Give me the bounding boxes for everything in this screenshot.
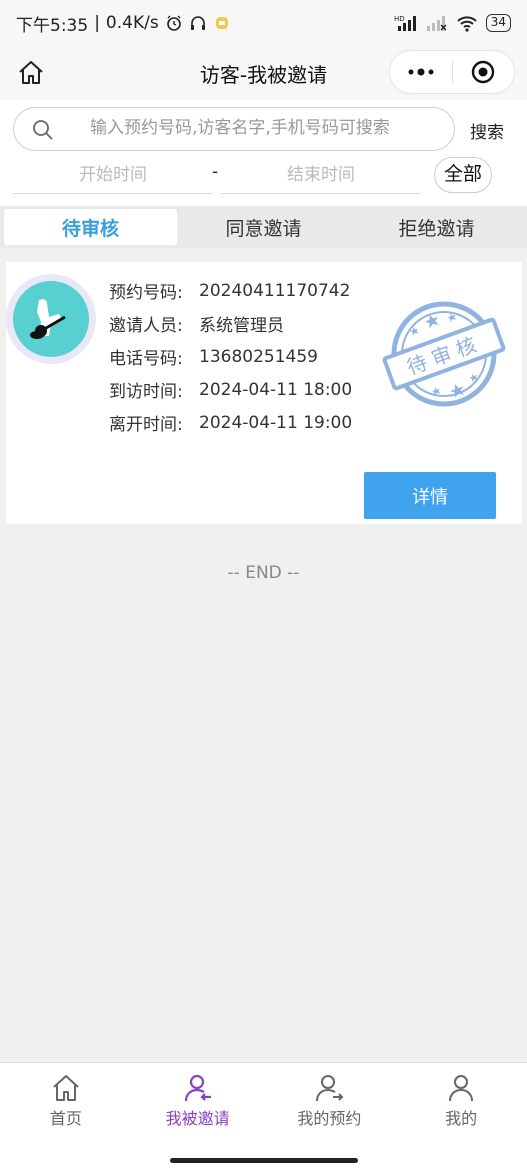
tabbar-item-appointment[interactable]: 我的预约 xyxy=(264,1063,396,1150)
user-appointment-icon xyxy=(316,1075,344,1102)
all-button[interactable]: 全部 xyxy=(434,157,492,193)
home-indicator-area xyxy=(0,1150,527,1172)
target-icon xyxy=(472,60,495,84)
avatar-image xyxy=(13,281,89,357)
tabbar-label: 我的预约 xyxy=(297,1109,362,1128)
info-label: 邀请人员: xyxy=(109,316,183,336)
headphones-icon xyxy=(190,16,205,30)
info-row-appointment-number: 预约号码: 20240411170742 xyxy=(109,274,352,307)
detail-button[interactable]: 详情 xyxy=(364,472,496,519)
list-end-text: -- END -- xyxy=(227,563,300,583)
status-right: HD 34 xyxy=(394,14,511,32)
info-label: 到访时间: xyxy=(109,382,183,402)
info-label: 电话号码: xyxy=(109,349,183,369)
tabbar-item-invited[interactable]: 我被邀请 xyxy=(132,1063,264,1150)
search-button[interactable]: 搜索 xyxy=(470,118,504,143)
avatar xyxy=(6,274,96,364)
info-value: 20240411170742 xyxy=(199,280,351,301)
more-dots-icon xyxy=(408,68,434,76)
status-bar: 下午5:35 | 0.4K/s HD 34 xyxy=(0,0,527,46)
tab-accepted[interactable]: 同意邀请 xyxy=(177,209,350,245)
signal-empty-icon xyxy=(426,16,447,31)
close-program-button[interactable] xyxy=(453,51,515,93)
status-speed: 0.4K/s xyxy=(105,13,159,33)
user-invited-icon xyxy=(184,1074,211,1102)
tab-rejected[interactable]: 拒绝邀请 xyxy=(350,209,523,245)
tabbar-item-mine[interactable]: 我的 xyxy=(395,1063,527,1150)
info-row-departure: 离开时间: 2024-04-11 19:00 xyxy=(109,406,352,439)
signal-hd-icon: HD xyxy=(394,15,416,31)
end-time-field[interactable]: 结束时间 xyxy=(221,156,421,194)
invitation-card: 预约号码: 20240411170742 邀请人员: 系统管理员 电话号码: 1… xyxy=(6,262,522,524)
tabbar-label: 首页 xyxy=(49,1109,82,1128)
tabbar-label: 我被邀请 xyxy=(165,1109,230,1128)
tab-pending[interactable]: 待审核 xyxy=(4,209,177,245)
wifi-icon xyxy=(457,16,477,32)
bottom-tabbar: 首页 我被邀请 我的预约 我的 xyxy=(0,1062,527,1150)
search-box[interactable] xyxy=(13,107,455,151)
info-row-phone: 电话号码: 13680251459 xyxy=(109,340,352,373)
user-icon xyxy=(449,1075,474,1102)
alarm-icon xyxy=(166,15,181,31)
mini-program-capsule xyxy=(389,50,515,94)
info-value: 2024-04-11 19:00 xyxy=(199,412,353,433)
nav-bar: 访客-我被邀请 xyxy=(0,46,527,100)
notification-app-icon xyxy=(215,17,228,29)
search-area: 搜索 开始时间 - 结束时间 全部 xyxy=(0,100,527,206)
info-value: 2024-04-11 18:00 xyxy=(199,379,353,400)
battery-icon: 34 xyxy=(485,14,511,32)
tabbar-label: 我的 xyxy=(445,1109,478,1128)
status-left: 下午5:35 | 0.4K/s xyxy=(16,11,231,36)
pending-stamp-icon: 待审核 xyxy=(382,301,506,407)
info-row-inviter: 邀请人员: 系统管理员 xyxy=(109,307,352,340)
status-divider: | xyxy=(94,13,100,33)
date-separator: - xyxy=(212,162,219,182)
start-time-field[interactable]: 开始时间 xyxy=(13,156,213,194)
svg-text:HD: HD xyxy=(394,15,405,23)
search-icon xyxy=(33,120,53,140)
home-icon xyxy=(53,1075,79,1101)
info-value: 13680251459 xyxy=(199,346,318,367)
guitar-figure-icon xyxy=(30,299,66,339)
tabbar-item-home[interactable]: 首页 xyxy=(0,1063,132,1150)
info-row-arrival: 到访时间: 2024-04-11 18:00 xyxy=(109,373,352,406)
more-button[interactable] xyxy=(390,51,452,93)
status-tabs: 待审核 同意邀请 拒绝邀请 xyxy=(0,206,527,248)
info-label: 预约号码: xyxy=(109,283,183,303)
invitation-info: 预约号码: 20240411170742 邀请人员: 系统管理员 电话号码: 1… xyxy=(109,274,352,439)
status-time: 下午5:35 xyxy=(16,15,89,36)
search-input[interactable] xyxy=(90,118,430,138)
home-indicator[interactable] xyxy=(170,1158,358,1163)
info-value: 系统管理员 xyxy=(199,316,284,336)
info-label: 离开时间: xyxy=(109,415,183,435)
